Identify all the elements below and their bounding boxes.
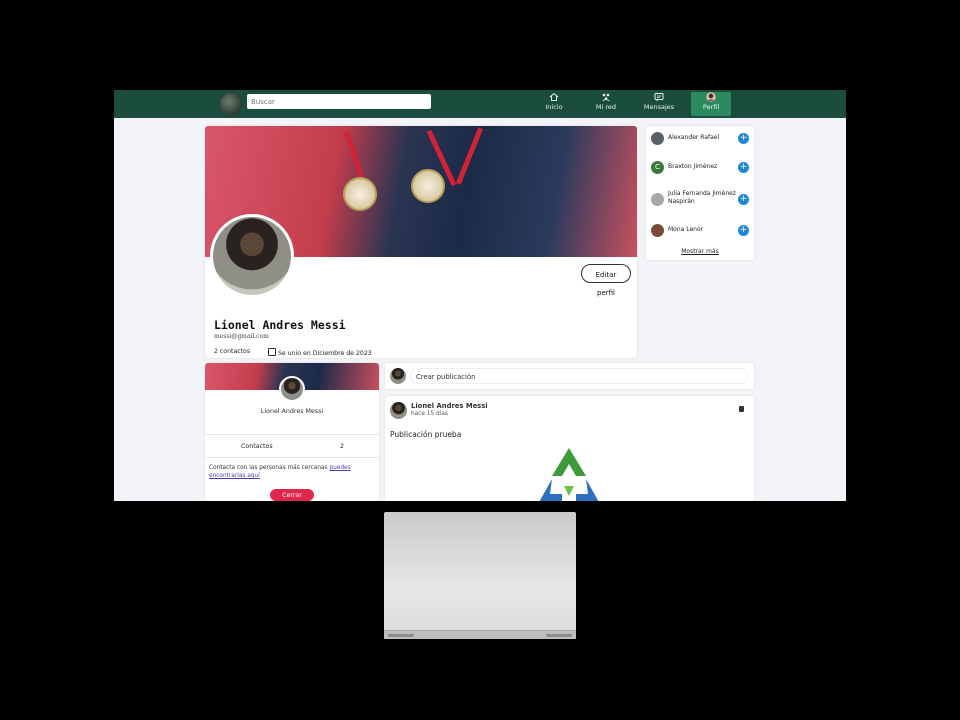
network-icon bbox=[602, 93, 610, 102]
mini-profile-card: Lionel Andres Messi Contactos 2 Contacta… bbox=[205, 363, 379, 501]
nav-perfil[interactable]: Perfil bbox=[691, 92, 731, 116]
mini-contacts-label: Contactos bbox=[241, 443, 273, 450]
cover-ribbon bbox=[455, 127, 484, 185]
mini-contact-text-body: Contacta con las personas más cercanas bbox=[209, 465, 330, 471]
create-post-avatar bbox=[390, 368, 406, 384]
avatar-icon bbox=[706, 92, 716, 102]
profile-email: messi@gmail.com bbox=[214, 333, 269, 340]
cover-medal bbox=[411, 169, 445, 203]
post-avatar bbox=[390, 402, 407, 419]
suggestion-name: Braxton Jiménez bbox=[668, 163, 718, 170]
suggestion-avatar: C bbox=[651, 161, 664, 174]
suggestion-avatar bbox=[651, 193, 664, 206]
nav-mensajes-label: Mensajes bbox=[643, 103, 675, 111]
profile-contacts: 2 contactos bbox=[214, 348, 251, 355]
suggestion-name: Alexander Rafael bbox=[668, 134, 720, 141]
recycle-icon bbox=[539, 448, 599, 501]
nav-mensajes[interactable]: Mensajes bbox=[639, 92, 679, 116]
suggestion-name: Julia Fernanda Jiménez Naspirán bbox=[668, 190, 736, 205]
edit-profile-button[interactable]: Editar perfil bbox=[581, 264, 631, 297]
home-icon bbox=[549, 92, 559, 101]
show-more-link[interactable]: Mostrar más bbox=[646, 248, 754, 255]
divider bbox=[205, 434, 379, 435]
profile-card: Editar perfil Lionel Andres Messi messi@… bbox=[205, 126, 637, 358]
add-contact-button[interactable]: + bbox=[738, 194, 749, 205]
add-contact-button[interactable]: + bbox=[738, 225, 749, 236]
profile-joined: Se unio en Diciembre de 2023 bbox=[268, 348, 372, 357]
mini-avatar bbox=[279, 376, 305, 402]
nav-mi-red[interactable]: Mi red bbox=[586, 92, 626, 116]
suggestions-card: Alexander Rafael + C Braxton Jiménez + J… bbox=[646, 126, 754, 260]
suggestion-item[interactable]: Mona Lenor + bbox=[651, 224, 751, 238]
profile-joined-text: Se unio en Diciembre de 2023 bbox=[278, 350, 372, 357]
divider bbox=[205, 457, 379, 458]
add-contact-button[interactable]: + bbox=[738, 133, 749, 144]
post-text: Publicación prueba bbox=[390, 430, 462, 439]
message-icon bbox=[654, 93, 664, 102]
trash-icon[interactable] bbox=[739, 406, 744, 412]
profile-avatar bbox=[210, 214, 294, 298]
create-post-input[interactable]: Crear publicación bbox=[410, 368, 748, 384]
monitor-screen: Inicio Mi red Mensajes Perfil Editar per… bbox=[114, 90, 846, 501]
create-post-card: Crear publicación bbox=[385, 363, 754, 389]
add-contact-button[interactable]: + bbox=[738, 162, 749, 173]
suggestion-item[interactable]: Alexander Rafael + bbox=[651, 132, 751, 146]
nav-mi-red-label: Mi red bbox=[595, 103, 617, 111]
suggestion-avatar bbox=[651, 132, 664, 145]
post-author[interactable]: Lionel Andres Messi bbox=[411, 402, 488, 410]
suggestion-item[interactable]: C Braxton Jiménez + bbox=[651, 161, 751, 175]
suggestion-avatar bbox=[651, 224, 664, 237]
nav-perfil-label: Perfil bbox=[702, 103, 720, 111]
calendar-icon bbox=[268, 348, 276, 356]
monitor-stand-foot bbox=[384, 630, 576, 639]
app-logo[interactable] bbox=[219, 92, 243, 116]
nav-inicio[interactable]: Inicio bbox=[534, 92, 574, 116]
search-input[interactable] bbox=[247, 94, 431, 109]
profile-name: Lionel Andres Messi bbox=[214, 318, 346, 332]
suggestion-item[interactable]: Julia Fernanda Jiménez Naspirán + bbox=[651, 190, 751, 210]
suggestion-name: Mona Lenor bbox=[668, 226, 704, 233]
monitor-stand bbox=[384, 512, 576, 639]
mini-contact-text: Contacta con las personas más cercanas p… bbox=[209, 464, 375, 480]
mini-contacts-count: 2 bbox=[340, 443, 345, 450]
logout-button[interactable]: Cerrar sesión bbox=[270, 489, 314, 501]
post-time: hace 15 días bbox=[411, 411, 448, 417]
mini-profile-name: Lionel Andres Messi bbox=[260, 408, 324, 415]
post-card: Lionel Andres Messi hace 15 días Publica… bbox=[385, 396, 754, 501]
nav-inicio-label: Inicio bbox=[545, 103, 563, 111]
top-navbar: Inicio Mi red Mensajes Perfil bbox=[114, 90, 846, 118]
cover-medal bbox=[343, 177, 377, 211]
